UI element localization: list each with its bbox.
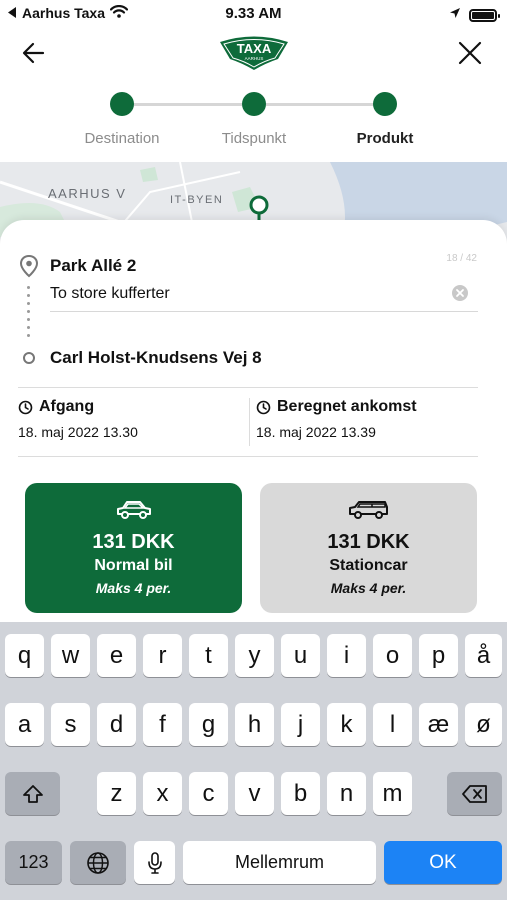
- close-icon: [458, 41, 482, 65]
- microphone-key[interactable]: [134, 841, 175, 884]
- map-pin-icon: [249, 195, 269, 220]
- key-r[interactable]: r: [143, 634, 182, 677]
- key-oe[interactable]: ø: [465, 703, 502, 746]
- shift-key[interactable]: [5, 772, 60, 815]
- station-wagon-icon: [348, 501, 388, 519]
- product-capacity: Maks 4 per.: [330, 580, 407, 596]
- arrival-time: 18. maj 2022 13.39: [256, 424, 376, 440]
- key-q[interactable]: q: [5, 634, 44, 677]
- key-b[interactable]: b: [281, 772, 320, 815]
- key-k[interactable]: k: [327, 703, 366, 746]
- key-h[interactable]: h: [235, 703, 274, 746]
- key-d[interactable]: d: [97, 703, 136, 746]
- departure-block[interactable]: Afgang 18. maj 2022 13.30: [18, 398, 138, 440]
- backspace-icon: [461, 784, 487, 803]
- step-dot-destination[interactable]: [110, 92, 134, 116]
- step-connector: [266, 103, 374, 106]
- departure-time: 18. maj 2022 13.30: [18, 424, 138, 440]
- key-i[interactable]: i: [327, 634, 366, 677]
- shift-icon: [22, 784, 43, 803]
- destination-address: Carl Holst-Knudsens Vej 8: [50, 348, 262, 367]
- divider: [18, 387, 478, 388]
- product-stationcar[interactable]: 131 DKK Stationcar Maks 4 per.: [260, 483, 477, 613]
- key-e[interactable]: e: [97, 634, 136, 677]
- product-name: Normal bil: [94, 557, 173, 574]
- location-pin-icon: [19, 254, 39, 278]
- key-n[interactable]: n: [327, 772, 366, 815]
- pickup-address: Park Allé 2: [50, 256, 137, 275]
- space-key[interactable]: Mellemrum: [183, 841, 376, 884]
- status-bar: Aarhus Taxa 9.33 AM: [0, 0, 507, 28]
- header: TAXA AARHUS: [0, 28, 507, 76]
- divider: [18, 456, 478, 457]
- step-label-tidspunkt[interactable]: Tidspunkt: [194, 130, 314, 147]
- microphone-icon: [147, 851, 162, 874]
- key-m[interactable]: m: [373, 772, 412, 815]
- clear-icon: [456, 289, 464, 297]
- globe-key[interactable]: [70, 841, 126, 884]
- arrival-label: Beregnet ankomst: [277, 398, 417, 415]
- step-dot-produkt[interactable]: [373, 92, 397, 116]
- key-u[interactable]: u: [281, 634, 320, 677]
- arrival-block: Beregnet ankomst 18. maj 2022 13.39: [256, 398, 417, 440]
- driver-note-input[interactable]: To store kufferter: [50, 282, 478, 312]
- pickup-row[interactable]: Park Allé 2: [18, 254, 477, 278]
- back-button[interactable]: [18, 38, 52, 68]
- product-price: 131 DKK: [92, 531, 175, 553]
- key-ae[interactable]: æ: [419, 703, 458, 746]
- product-normal-bil[interactable]: 131 DKK Normal bil Maks 4 per.: [25, 483, 242, 613]
- key-c[interactable]: c: [189, 772, 228, 815]
- product-price: 131 DKK: [327, 531, 410, 553]
- destination-circle-icon: [23, 352, 35, 364]
- clear-note-button[interactable]: [452, 285, 468, 301]
- key-f[interactable]: f: [143, 703, 182, 746]
- route-dots: [27, 286, 31, 344]
- close-button[interactable]: [453, 36, 487, 70]
- keyboard: q w e r t y u i o p å a s d f g h j k l …: [0, 622, 507, 900]
- status-right: [449, 6, 500, 24]
- key-g[interactable]: g: [189, 703, 228, 746]
- map-label-aarhus-v: AARHUS V: [48, 186, 127, 201]
- vertical-divider: [249, 398, 250, 446]
- status-time: 9.33 AM: [225, 5, 282, 22]
- ok-key[interactable]: OK: [384, 841, 502, 884]
- location-arrow-icon: [449, 6, 461, 24]
- step-dot-tidspunkt[interactable]: [242, 92, 266, 116]
- logo-text: TAXA: [237, 41, 272, 56]
- product-name: Stationcar: [329, 557, 408, 574]
- numbers-key[interactable]: 123: [5, 841, 62, 884]
- car-icon: [116, 501, 151, 519]
- arrow-left-icon: [22, 42, 45, 64]
- departure-label: Afgang: [39, 398, 95, 415]
- step-label-produkt[interactable]: Produkt: [325, 130, 445, 147]
- key-v[interactable]: v: [235, 772, 274, 815]
- key-s[interactable]: s: [51, 703, 90, 746]
- battery-icon: [469, 8, 500, 22]
- step-label-destination[interactable]: Destination: [62, 130, 182, 147]
- map-label-it-byen: IT-BYEN: [170, 194, 224, 206]
- key-t[interactable]: t: [189, 634, 228, 677]
- destination-row[interactable]: Carl Holst-Knudsens Vej 8: [18, 348, 477, 368]
- clock-icon: [256, 400, 271, 414]
- driver-note-value: To store kufferter: [50, 285, 170, 302]
- key-l[interactable]: l: [373, 703, 412, 746]
- taxa-logo: TAXA AARHUS: [220, 36, 288, 70]
- booking-card: 18 / 42 Park Allé 2 To store kufferter C…: [0, 220, 507, 630]
- key-o[interactable]: o: [373, 634, 412, 677]
- logo-subtext: AARHUS: [245, 56, 264, 61]
- key-z[interactable]: z: [97, 772, 136, 815]
- key-a[interactable]: a: [5, 703, 44, 746]
- progress-stepper: Destination Tidspunkt Produkt: [0, 80, 507, 160]
- key-j[interactable]: j: [281, 703, 320, 746]
- product-capacity: Maks 4 per.: [95, 580, 172, 596]
- step-connector: [134, 103, 242, 106]
- clock-icon: [18, 400, 33, 414]
- key-x[interactable]: x: [143, 772, 182, 815]
- key-y[interactable]: y: [235, 634, 274, 677]
- key-w[interactable]: w: [51, 634, 90, 677]
- key-aa[interactable]: å: [465, 634, 502, 677]
- backspace-key[interactable]: [447, 772, 502, 815]
- key-p[interactable]: p: [419, 634, 458, 677]
- globe-icon: [87, 851, 109, 874]
